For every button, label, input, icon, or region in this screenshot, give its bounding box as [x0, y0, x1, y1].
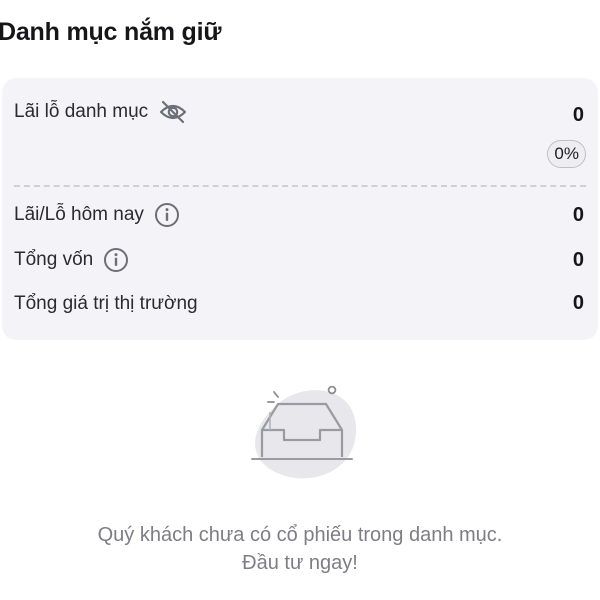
market-value-label: Tổng giá trị thị trường: [14, 292, 198, 314]
today-pnl-row: Lãi/Lỗ hôm nay 0: [14, 202, 584, 228]
page-title: Danh mục nắm giữ: [0, 18, 222, 46]
empty-state-line-1: Quý khách chưa có cổ phiếu trong danh mụ…: [97, 524, 503, 546]
empty-state-message: Quý khách chưa có cổ phiếu trong danh mụ…: [0, 521, 600, 577]
today-pnl-label: Lãi/Lỗ hôm nay: [14, 204, 144, 225]
dashed-divider: [14, 185, 586, 187]
total-capital-label: Tổng vốn: [14, 249, 94, 270]
portfolio-pnl-percent-badge: 0%: [547, 140, 586, 168]
portfolio-pnl-label: Lãi lỗ danh mục: [14, 100, 149, 122]
total-capital-row: Tổng vốn 0: [14, 247, 584, 273]
today-pnl-value: 0: [572, 203, 584, 226]
info-icon[interactable]: [154, 202, 180, 228]
portfolio-pnl-row: Lãi lỗ danh mục 0: [14, 96, 584, 127]
portfolio-pnl-value: 0: [572, 104, 584, 126]
market-value-value: 0: [572, 292, 584, 314]
invest-now-link[interactable]: Đầu tư ngay!: [0, 549, 600, 577]
portfolio-summary-card: Lãi lỗ danh mục 0 0% Lãi/Lỗ hôm nay 0 Tổ…: [2, 78, 598, 340]
market-value-row: Tổng giá trị thị trường 0: [14, 292, 584, 315]
info-icon[interactable]: [103, 247, 129, 273]
eye-off-icon[interactable]: [158, 99, 188, 125]
empty-inbox-icon: [240, 382, 360, 482]
total-capital-value: 0: [572, 248, 584, 271]
